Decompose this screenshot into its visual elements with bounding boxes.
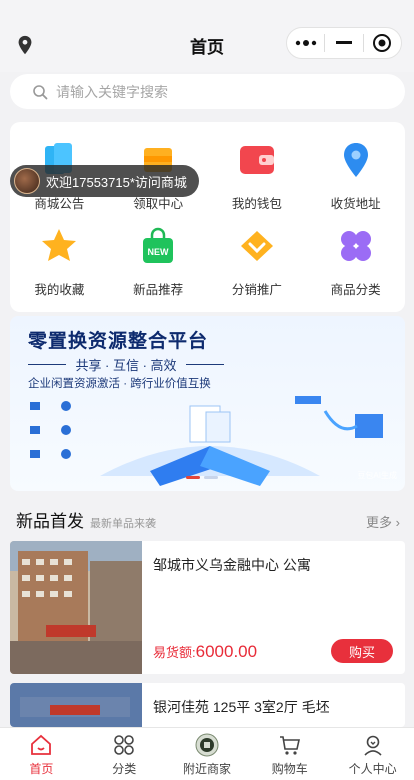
grid-item-label: 我的收藏 [34, 283, 85, 297]
more-link[interactable]: 更多 › [366, 512, 400, 531]
tab-label: 购物车 [271, 762, 308, 776]
product-price: 易货额:6000.00 [153, 642, 257, 662]
banner-description: 企业闲置资源激活 · 跨行业价值互换 [28, 378, 211, 390]
carousel-dot-active [186, 476, 200, 479]
nearby-logo-icon [195, 733, 219, 757]
header-bar: 首页 [0, 0, 414, 72]
more-menu-button[interactable] [287, 28, 324, 58]
product-image [10, 683, 142, 727]
search-input[interactable]: 请输入关键字搜索 [10, 74, 405, 109]
minimize-icon [335, 41, 352, 44]
product-card[interactable]: 邹城市义乌金融中心 公寓 易货额:6000.00 购买 [10, 541, 405, 674]
grid-item-label: 新品推荐 [133, 283, 184, 297]
tab-category[interactable]: 分类 [83, 728, 166, 780]
grid-item-categories[interactable]: 商品分类 [306, 226, 405, 312]
search-placeholder: 请输入关键字搜索 [56, 83, 168, 100]
welcome-text: 欢迎17553715*访问商城 [46, 174, 187, 190]
tab-label: 首页 [29, 762, 54, 776]
tab-cart[interactable]: 购物车 [248, 728, 331, 780]
tab-nearby[interactable]: 附近商家 [166, 728, 249, 780]
more-dots-icon [295, 40, 316, 46]
product-card[interactable]: 银河佳苑 125平 3室2厅 毛坯 [10, 683, 405, 727]
new-products-header: 新品首发 最新单品来袭 更多 › [16, 507, 400, 531]
user-icon [364, 735, 382, 756]
minimize-button[interactable] [325, 28, 362, 58]
cart-icon [279, 736, 300, 755]
star-icon [37, 226, 81, 266]
grid-item-distribution[interactable]: 分销推广 [208, 226, 307, 312]
banner-title: 零置换资源整合平台 [28, 331, 209, 352]
home-icon [31, 734, 52, 755]
welcome-toast: 欢迎17553715*访问商城 [10, 165, 199, 197]
tab-profile[interactable]: 个人中心 [331, 728, 414, 780]
price-value: 6000.00 [195, 642, 258, 661]
avatar [14, 168, 40, 194]
more-label: 更多 [366, 515, 393, 530]
bottom-tab-bar: 首页 分类 附近商家 购物车 个人中心 [0, 727, 414, 780]
chevron-right-icon: › [395, 515, 400, 530]
grid-icon [114, 735, 134, 755]
tab-home[interactable]: 首页 [0, 728, 83, 780]
new-bag-icon: NEW [136, 226, 180, 266]
search-icon [33, 84, 48, 99]
promo-banner[interactable]: 零置换资源整合平台 共享 · 互信 · 高效 企业闲置资源激活 · 跨行业价值互… [10, 316, 405, 491]
grid-item-address[interactable]: 收货地址 [306, 140, 405, 226]
promote-icon [235, 226, 279, 266]
grid-item-label: 收货地址 [330, 197, 381, 211]
location-pin-icon [334, 140, 378, 180]
price-label: 易货额: [153, 645, 196, 660]
wallet-icon [235, 140, 279, 180]
shortcut-grid: 商城公告 领取中心 我的钱包 收货地址 我的收藏 NEW 新品推荐 分销推广 商… [10, 122, 405, 312]
buy-button[interactable]: 购买 [331, 639, 393, 663]
section-subtitle: 最新单品来袭 [90, 518, 156, 530]
tab-label: 分类 [112, 762, 137, 776]
section-title: 新品首发 [16, 512, 84, 531]
product-image [10, 541, 142, 674]
banner-watermark: 豆包AI生成 [357, 471, 397, 480]
close-miniprogram-button[interactable] [364, 28, 401, 58]
grid-item-label: 我的钱包 [231, 197, 282, 211]
carousel-dot [204, 476, 218, 479]
svg-text:NEW: NEW [148, 247, 170, 257]
tab-label: 个人中心 [348, 762, 397, 776]
grid-item-label: 分销推广 [231, 283, 282, 297]
miniprogram-capsule [286, 27, 402, 59]
grid-item-new-products[interactable]: NEW 新品推荐 [109, 226, 208, 312]
grid-item-label: 商品分类 [330, 283, 381, 297]
product-name: 邹城市义乌金融中心 公寓 [153, 557, 311, 573]
product-name: 银河佳苑 125平 3室2厅 毛坯 [153, 699, 330, 715]
category-icon [334, 226, 378, 266]
grid-item-favorites[interactable]: 我的收藏 [10, 226, 109, 312]
close-target-icon [373, 34, 392, 52]
tab-label: 附近商家 [182, 762, 231, 776]
grid-item-wallet[interactable]: 我的钱包 [208, 140, 307, 226]
banner-divider-right [186, 364, 224, 365]
